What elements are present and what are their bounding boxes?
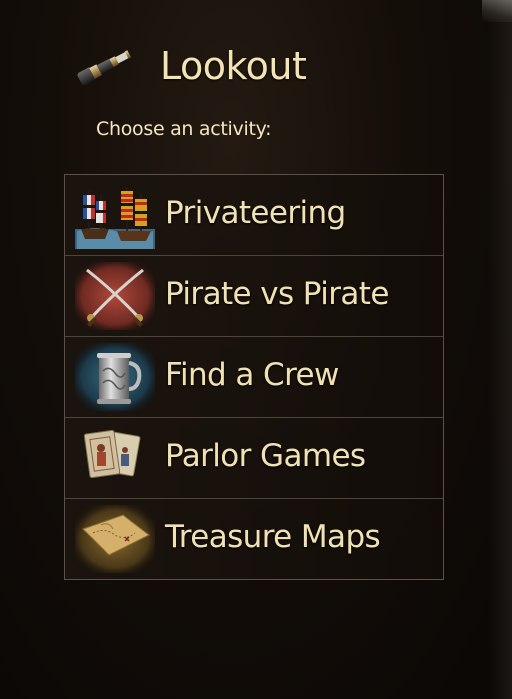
menu-item-label: Parlor Games (165, 438, 366, 474)
menu-item-label: Treasure Maps (165, 519, 381, 555)
menu-item-treasure-maps[interactable]: Treasure Maps (65, 499, 443, 579)
window-frame-edge (488, 0, 512, 699)
spyglass-icon (77, 50, 132, 86)
menu-item-label: Privateering (165, 195, 346, 231)
crossed-swords-icon (75, 262, 155, 330)
menu-item-label: Pirate vs Pirate (165, 276, 389, 312)
activity-menu: Privateering Pirate vs Pirate Find a Cre… (64, 174, 444, 580)
treasure-map-icon (75, 505, 155, 573)
tankard-icon (75, 343, 155, 411)
window-frame-corner (482, 0, 512, 22)
menu-item-privateering[interactable]: Privateering (65, 175, 443, 256)
playing-cards-icon (83, 429, 141, 479)
ships-icon (75, 187, 155, 249)
menu-item-pirate-vs-pirate[interactable]: Pirate vs Pirate (65, 256, 443, 337)
activity-prompt: Choose an activity: (96, 118, 272, 140)
menu-item-find-a-crew[interactable]: Find a Crew (65, 337, 443, 418)
menu-item-parlor-games[interactable]: Parlor Games (65, 418, 443, 499)
page-title: Lookout (160, 44, 307, 88)
menu-item-label: Find a Crew (165, 357, 339, 393)
